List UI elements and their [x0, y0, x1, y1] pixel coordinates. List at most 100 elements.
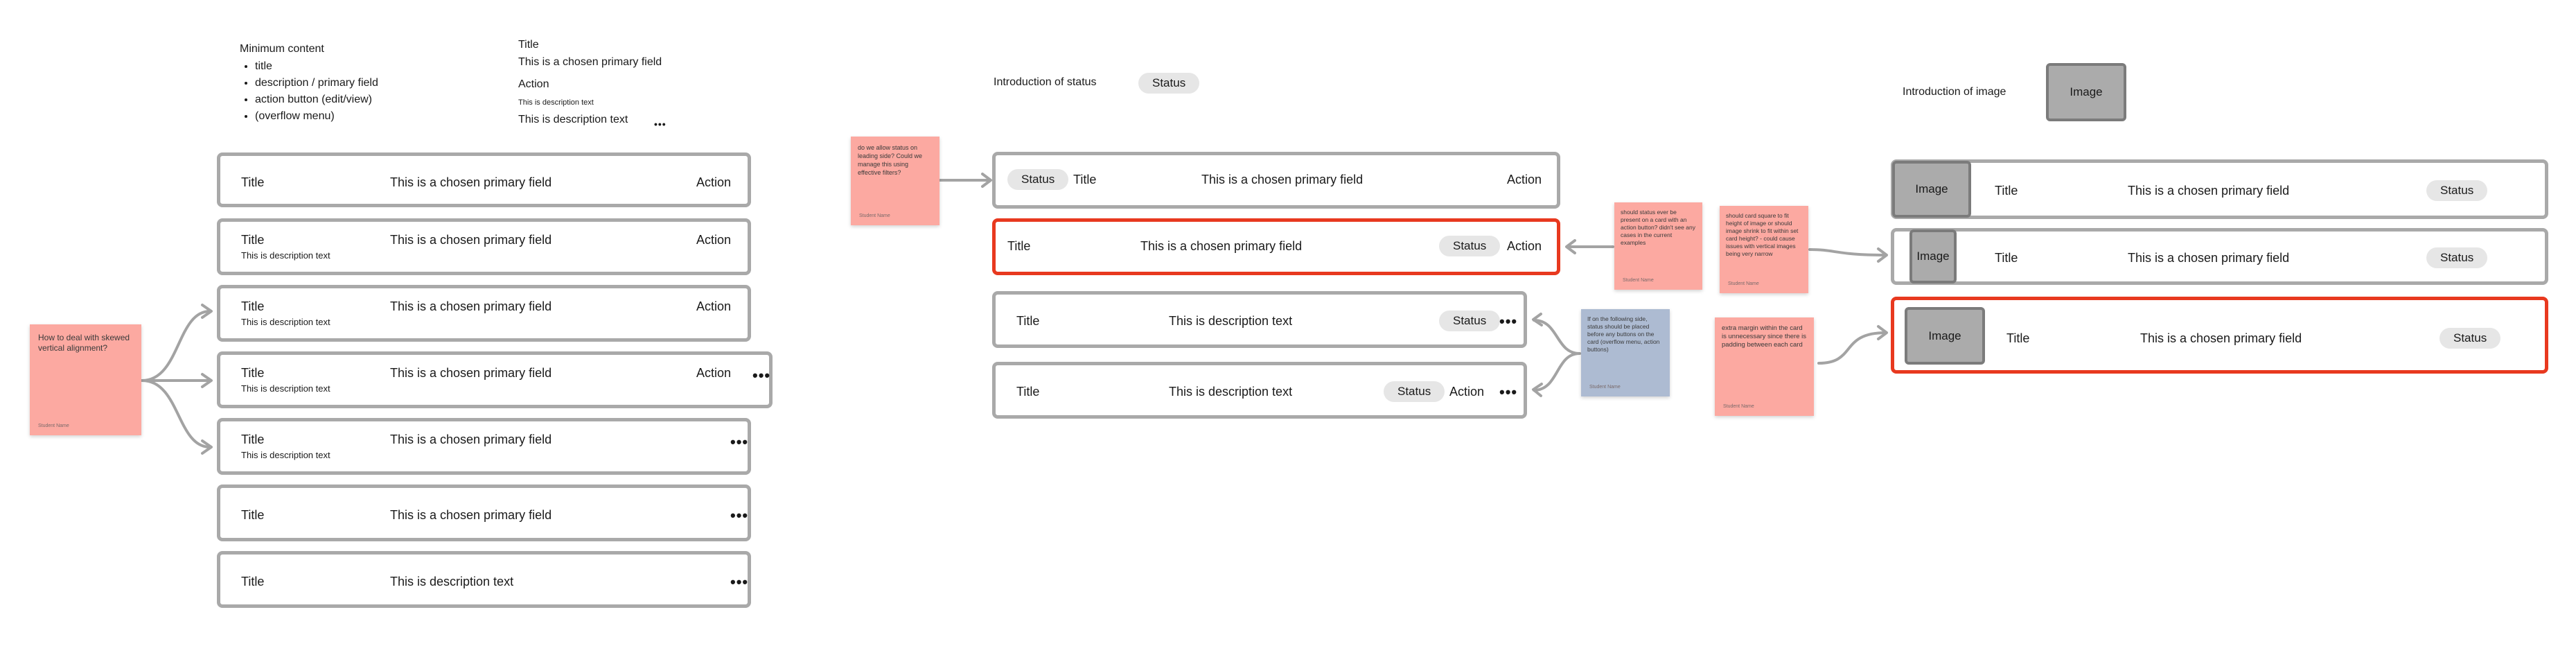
card-primary-field: This is a chosen primary field	[390, 508, 552, 522]
status-section-heading: Introduction of status	[994, 76, 1097, 88]
sticky-note-status-leading[interactable]: do we allow status on leading side? Coul…	[851, 137, 939, 225]
status-badge: Status	[1439, 311, 1501, 331]
card-title: Title	[241, 575, 265, 588]
card-primary-field: This is a chosen primary field	[390, 299, 552, 313]
overflow-menu-icon[interactable]: •••	[730, 435, 748, 450]
sticky-author: Student Name	[1589, 385, 1621, 390]
card-2[interactable]: Title This is description text This is a…	[217, 218, 751, 275]
minimum-content-list: title description / primary field action…	[240, 58, 378, 125]
card-primary-field: This is a chosen primary field	[390, 175, 552, 189]
arrow-to-card-2	[141, 310, 211, 382]
image-label: Image	[2070, 85, 2103, 98]
example-overflow-icon: •••	[654, 119, 667, 130]
card-4[interactable]: Title This is description text This is a…	[217, 351, 773, 408]
action-button[interactable]: Action	[1507, 173, 1542, 187]
image-card-2[interactable]: Image Title This is a chosen primary fie…	[1891, 228, 2548, 285]
sticky-note-card-square[interactable]: should card square to fit height of imag…	[1720, 206, 1808, 293]
action-button[interactable]: Action	[696, 233, 731, 247]
card-primary-field: This is a chosen primary field	[390, 233, 552, 247]
card-5[interactable]: Title This is description text This is a…	[217, 418, 751, 475]
status-badge: Status	[1138, 73, 1200, 94]
card-description: This is description text	[1169, 314, 1293, 328]
card-primary-field: This is a chosen primary field	[1201, 173, 1364, 186]
card-title: Title	[1016, 385, 1040, 399]
status-badge: Status	[1007, 169, 1069, 190]
overflow-menu-icon[interactable]: •••	[730, 575, 748, 590]
card-title: Title	[241, 299, 265, 313]
sticky-text: should status ever be present on a card …	[1621, 209, 1695, 246]
status-card-4[interactable]: Title This is description text Status Ac…	[992, 362, 1527, 419]
minimum-content-heading: Minimum content	[240, 43, 324, 55]
card-primary-field: This is a chosen primary field	[390, 433, 552, 446]
action-button[interactable]: Action	[696, 366, 731, 381]
arrow-card-square	[1808, 248, 1887, 256]
card-title: Title	[241, 433, 265, 446]
card-image: Image	[1905, 307, 1985, 365]
action-button[interactable]: Action	[1507, 239, 1542, 254]
card-title: Title	[241, 508, 265, 522]
card-title: Title	[241, 366, 265, 380]
card-primary-field: This is a chosen primary field	[390, 366, 552, 380]
card-description: This is description text	[241, 450, 330, 460]
sticky-author: Student Name	[1728, 281, 1759, 286]
card-description: This is description text	[390, 575, 514, 588]
card-primary-field: This is a chosen primary field	[2140, 331, 2302, 345]
overflow-menu-icon[interactable]: •••	[1499, 314, 1517, 329]
list-item: title	[255, 58, 378, 75]
status-card-2-highlighted[interactable]: Title This is a chosen primary field Sta…	[992, 218, 1560, 275]
example-description: This is description text	[518, 114, 628, 125]
sticky-text: extra margin within the card is unnecess…	[1722, 324, 1806, 349]
sticky-text: If on the following side, status should …	[1587, 315, 1660, 353]
example-title: Title	[518, 39, 539, 51]
arrow-extra-margin	[1817, 331, 1887, 365]
card-title: Title	[241, 233, 265, 247]
sticky-text: should card square to fit height of imag…	[1726, 212, 1799, 257]
list-item: (overflow menu)	[255, 108, 378, 125]
overflow-menu-icon[interactable]: •••	[1499, 385, 1517, 400]
card-primary-field: This is a chosen primary field	[2128, 184, 2290, 198]
image-label: Image	[1915, 182, 1948, 195]
card-3[interactable]: Title This is description text This is a…	[217, 285, 751, 342]
card-description: This is description text	[241, 250, 330, 261]
sticky-author: Student Name	[38, 424, 69, 428]
status-card-1[interactable]: Status Title This is a chosen primary fi…	[992, 152, 1560, 209]
image-placeholder: Image	[2046, 63, 2126, 121]
list-item: description / primary field	[255, 75, 378, 91]
status-badge: Status	[2426, 180, 2488, 201]
card-title: Title	[1007, 239, 1031, 253]
example-description-small: This is description text	[518, 98, 594, 107]
action-button[interactable]: Action	[1449, 385, 1484, 399]
sticky-note-following-side[interactable]: If on the following side, status should …	[1581, 309, 1670, 396]
card-description: This is description text	[241, 317, 330, 327]
example-card-content: Title This is a chosen primary field Act…	[518, 39, 685, 136]
card-image: Image	[1892, 161, 1971, 218]
image-card-3-highlighted[interactable]: Image Title This is a chosen primary fie…	[1891, 297, 2548, 374]
status-badge: Status	[2440, 328, 2501, 349]
status-card-3[interactable]: Title This is description text Status ••…	[992, 291, 1527, 348]
card-title: Title	[1995, 184, 2018, 198]
card-title: Title	[1995, 251, 2018, 265]
image-card-1[interactable]: Image Title This is a chosen primary fie…	[1891, 159, 2548, 219]
card-7[interactable]: Title This is description text •••	[217, 551, 751, 608]
status-badge: Status	[1439, 236, 1501, 256]
action-button[interactable]: Action	[696, 175, 731, 190]
overflow-menu-icon[interactable]: •••	[730, 508, 748, 523]
sticky-note-status-action[interactable]: should status ever be present on a card …	[1614, 202, 1702, 290]
action-button[interactable]: Action	[696, 299, 731, 314]
sticky-text: do we allow status on leading side? Coul…	[858, 144, 923, 176]
card-title: Title	[2006, 331, 2030, 345]
card-1[interactable]: Title This is a chosen primary field Act…	[217, 152, 751, 207]
card-description: This is description text	[241, 383, 330, 394]
minimum-content-block: Minimum content title description / prim…	[240, 43, 378, 125]
sticky-note-extra-margin[interactable]: extra margin within the card is unnecess…	[1715, 317, 1814, 416]
sticky-note-skewed-alignment[interactable]: How to deal with skewed vertical alignme…	[30, 324, 141, 435]
arrow-to-card-5	[141, 379, 211, 448]
card-title: Title	[241, 175, 265, 189]
image-label: Image	[1928, 329, 1961, 342]
card-6[interactable]: Title This is a chosen primary field •••	[217, 484, 751, 541]
sticky-author: Student Name	[1623, 278, 1654, 283]
sticky-text: How to deal with skewed vertical alignme…	[38, 333, 130, 353]
sticky-author: Student Name	[859, 213, 890, 218]
overflow-menu-icon[interactable]: •••	[752, 368, 770, 383]
sticky-author: Student Name	[1723, 404, 1754, 409]
